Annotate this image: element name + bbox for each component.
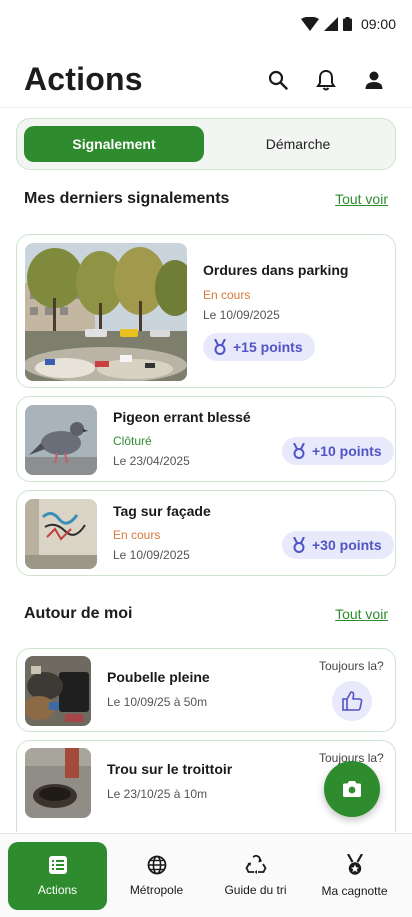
- report-type-tabs: Signalement Démarche: [16, 118, 396, 170]
- see-all-link[interactable]: Tout voir: [335, 191, 388, 207]
- medal-icon: [293, 537, 305, 553]
- nearby-photo: [25, 748, 91, 818]
- report-date: Le 23/04/2025: [113, 454, 190, 468]
- notifications-button[interactable]: [312, 66, 340, 94]
- report-card[interactable]: Tag sur façade En cours Le 10/09/2025 +3…: [16, 490, 396, 576]
- report-photo: [25, 243, 187, 381]
- still-there-question: Toujours la?: [319, 659, 384, 673]
- signal-icon: [323, 17, 338, 31]
- nearby-title: Trou sur le troittoir: [107, 761, 233, 777]
- nearby-card[interactable]: Poubelle pleine Le 10/09/25 à 50m Toujou…: [16, 648, 396, 732]
- see-all-link[interactable]: Tout voir: [335, 606, 388, 622]
- thumbs-up-icon: [342, 691, 363, 711]
- points-badge: +10 points: [282, 437, 394, 465]
- nearby-date-distance: Le 10/09/25 à 50m: [107, 695, 208, 709]
- bottom-navigation: Actions Métropole Guide du tri Ma cagnot…: [0, 833, 412, 917]
- nearby-photo: [25, 656, 91, 726]
- search-icon: [268, 70, 288, 90]
- profile-button[interactable]: [360, 66, 388, 94]
- list-icon: [48, 855, 67, 874]
- page-title: Actions: [24, 61, 143, 97]
- nav-label: Actions: [37, 882, 78, 897]
- nav-label: Métropole: [129, 882, 184, 897]
- section-title: Mes derniers signalements: [24, 190, 230, 207]
- top-app-bar: Actions: [0, 52, 412, 108]
- recent-reports-header: Mes derniers signalements Tout voir: [24, 190, 388, 208]
- bell-icon: [316, 69, 336, 90]
- report-title: Pigeon errant blessé: [113, 409, 251, 425]
- nav-label: Guide du tri: [224, 882, 287, 897]
- tab-demarche[interactable]: Démarche: [208, 126, 388, 162]
- status-bar: 09:00: [0, 0, 412, 48]
- report-status: En cours: [113, 528, 161, 542]
- points-badge: +15 points: [203, 333, 315, 361]
- report-status: Clôturé: [113, 434, 152, 448]
- search-button[interactable]: [264, 66, 292, 94]
- report-date: Le 10/09/2025: [203, 308, 280, 322]
- nearby-header: Autour de moi Tout voir: [24, 605, 388, 623]
- report-card[interactable]: Ordures dans parking En cours Le 10/09/2…: [16, 234, 396, 388]
- report-title: Tag sur façade: [113, 503, 211, 519]
- nearby-title: Poubelle pleine: [107, 669, 210, 685]
- nav-label: Ma cagnotte: [321, 883, 388, 898]
- report-title: Ordures dans parking: [203, 262, 349, 278]
- tab-signalement[interactable]: Signalement: [24, 126, 204, 162]
- report-photo: [25, 499, 97, 569]
- nav-ma-cagnotte[interactable]: Ma cagnotte: [305, 842, 404, 910]
- globe-icon: [147, 855, 166, 874]
- points-value: +30 points: [312, 537, 382, 553]
- points-value: +15 points: [233, 339, 303, 355]
- medal-icon: [293, 443, 305, 459]
- points-badge: +30 points: [282, 531, 394, 559]
- report-date: Le 10/09/2025: [113, 548, 190, 562]
- new-report-camera-button[interactable]: [324, 761, 380, 817]
- camera-icon: [343, 781, 361, 797]
- medal-icon: [214, 339, 226, 355]
- clock: 09:00: [360, 16, 396, 32]
- confirm-still-there-button[interactable]: [332, 681, 372, 721]
- wifi-icon: [300, 17, 319, 31]
- medal-icon: [346, 853, 363, 875]
- nav-actions[interactable]: Actions: [8, 841, 107, 910]
- account-icon: [365, 71, 383, 89]
- report-photo: [25, 405, 97, 475]
- nav-guide-du-tri[interactable]: Guide du tri: [206, 842, 305, 910]
- section-title: Autour de moi: [24, 605, 133, 622]
- nearby-date-distance: Le 23/10/25 à 10m: [107, 787, 208, 801]
- report-status: En cours: [203, 288, 251, 302]
- points-value: +10 points: [312, 443, 382, 459]
- battery-icon: [342, 17, 352, 31]
- nav-metropole[interactable]: Métropole: [107, 842, 206, 910]
- report-card[interactable]: Pigeon errant blessé Clôturé Le 23/04/20…: [16, 396, 396, 482]
- recycle-icon: [244, 854, 267, 874]
